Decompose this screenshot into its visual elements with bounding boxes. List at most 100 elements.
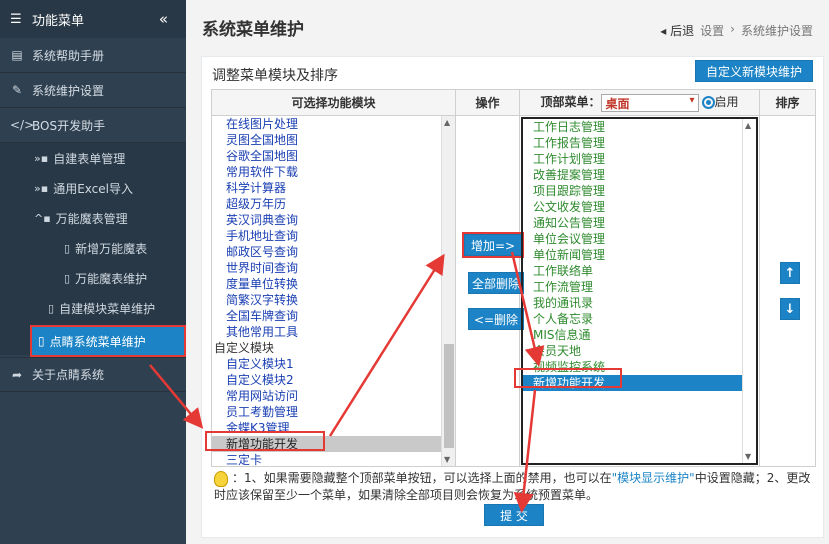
menu-item[interactable]: 工作报告管理 bbox=[523, 135, 756, 151]
menu-item[interactable]: 单位会议管理 bbox=[523, 231, 756, 247]
module-item[interactable]: 其他常用工具 bbox=[212, 324, 455, 340]
scroll-thumb[interactable] bbox=[444, 344, 454, 448]
main-content: 系统菜单维护 ◂ 后退 设置 › 系统维护设置 调整菜单模块及排序 自定义新模块… bbox=[186, 0, 829, 544]
module-item[interactable]: 手机地址查询 bbox=[212, 228, 455, 244]
custom-module-button[interactable]: 自定义新模块维护 bbox=[695, 60, 813, 82]
module-item[interactable]: 常用网站访问 bbox=[212, 388, 455, 404]
scroll-down-icon[interactable]: ▼ bbox=[745, 452, 751, 461]
page-title: 系统菜单维护 bbox=[202, 20, 304, 40]
sidebar-item-label: 系统维护设置 bbox=[32, 83, 105, 98]
menu-item[interactable]: 工作日志管理 bbox=[523, 119, 756, 135]
sidebar-sub-magic-maint[interactable]: ▯ 万能魔表维护 bbox=[0, 263, 186, 293]
sidebar-item-label: 万能魔表管理 bbox=[55, 211, 128, 226]
remove-all-button[interactable]: 全部删除 bbox=[468, 272, 524, 294]
module-item[interactable]: 英汉词典查询 bbox=[212, 212, 455, 228]
scroll-up-icon[interactable]: ▲ bbox=[745, 121, 751, 130]
sidebar-item-label: 通用Excel导入 bbox=[53, 181, 133, 196]
menu-item[interactable]: MIS信息通 bbox=[523, 327, 756, 343]
module-item[interactable]: 度量单位转换 bbox=[212, 276, 455, 292]
breadcrumb-sep-icon: › bbox=[730, 22, 735, 36]
menu-item[interactable]: 工作联络单 bbox=[523, 263, 756, 279]
sidebar-sub-module-menu[interactable]: ▯ 自建模块菜单维护 bbox=[0, 293, 186, 323]
menu-item[interactable]: 工作流管理 bbox=[523, 279, 756, 295]
menu-item[interactable]: 工作计划管理 bbox=[523, 151, 756, 167]
back-link[interactable]: ◂ 后退 bbox=[660, 22, 694, 39]
module-item[interactable]: 超级万年历 bbox=[212, 196, 455, 212]
sidebar-item-maintenance[interactable]: ✎ 系统维护设置 bbox=[0, 73, 186, 108]
top-menu-list[interactable]: 工作日志管理 工作报告管理 工作计划管理 改善提案管理 项目跟踪管理 公文收发管理 通知公告… bbox=[521, 117, 758, 465]
move-down-button[interactable]: ↓ bbox=[780, 298, 800, 320]
module-item[interactable]: 自定义模块2 bbox=[212, 372, 455, 388]
menu-item[interactable]: 通知公告管理 bbox=[523, 215, 756, 231]
menu-item[interactable]: 项目跟踪管理 bbox=[523, 183, 756, 199]
sidebar-item-label: 万能魔表维护 bbox=[75, 271, 148, 286]
scroll-down-icon[interactable]: ▼ bbox=[444, 455, 450, 464]
file-icon: ▯ bbox=[64, 241, 71, 255]
sidebar-item-label: 自建表单管理 bbox=[53, 151, 126, 166]
sidebar-item-label: BOS开发助手 bbox=[32, 118, 106, 133]
sidebar-item-about[interactable]: ➦ 关于点睛系统 bbox=[0, 357, 186, 392]
menu-item[interactable]: 视频监控系统 bbox=[523, 359, 756, 375]
scroll-up-icon[interactable]: ▲ bbox=[444, 118, 450, 127]
sidebar-header-label: 功能菜单 bbox=[32, 13, 85, 29]
enable-label: 启用 bbox=[714, 95, 739, 110]
enable-radio[interactable] bbox=[701, 96, 715, 110]
module-item[interactable]: 新增功能开发 bbox=[212, 436, 455, 452]
remove-button[interactable]: <=删除 bbox=[468, 308, 524, 330]
menu-grid: 可选择功能模块 操作 顶部菜单： 桌面 ▾ 启用 排序 在线图片处理 灵图全国地图 谷歌全… bbox=[211, 89, 816, 467]
book-icon: ▤ bbox=[11, 48, 23, 62]
module-display-link[interactable]: "模块显示维护" bbox=[612, 471, 695, 485]
module-item[interactable]: 常用软件下载 bbox=[212, 164, 455, 180]
chevron-down-folder-icon: »▪ bbox=[34, 151, 49, 165]
breadcrumb-settings[interactable]: 设置 bbox=[700, 22, 724, 39]
collapse-sidebar-icon[interactable]: « bbox=[159, 10, 168, 28]
available-list[interactable]: 在线图片处理 灵图全国地图 谷歌全国地图 常用软件下载 科学计算器 超级万年历 英汉词典查询… bbox=[212, 116, 455, 466]
menu-item[interactable]: 个人备忘录 bbox=[523, 311, 756, 327]
menu-item[interactable]: 公文收发管理 bbox=[523, 199, 756, 215]
module-group[interactable]: 自定义模块 bbox=[212, 340, 455, 356]
add-button[interactable]: 增加=> bbox=[462, 232, 524, 258]
module-item[interactable]: 自定义模块1 bbox=[212, 356, 455, 372]
module-item[interactable]: 谷歌全国地图 bbox=[212, 148, 455, 164]
menu-item[interactable]: 会员天地 bbox=[523, 343, 756, 359]
module-item[interactable]: 员工考勤管理 bbox=[212, 404, 455, 420]
module-item[interactable]: 邮政区号查询 bbox=[212, 244, 455, 260]
sidebar-header: ☰ 功能菜单 « bbox=[0, 0, 186, 38]
chevron-down-folder-icon: »▪ bbox=[34, 181, 49, 195]
breadcrumb: ◂ 后退 设置 › 系统维护设置 bbox=[660, 22, 813, 39]
hint-text: ：1、如果需要隐藏整个顶部菜单按钮，可以选择上面的禁用，也可以在"模块显示维护"… bbox=[214, 470, 814, 504]
module-item[interactable]: 简繁汉字转换 bbox=[212, 292, 455, 308]
menu-item[interactable]: 我的通讯录 bbox=[523, 295, 756, 311]
sidebar-sub-new-magic[interactable]: ▯ 新增万能魔表 bbox=[0, 233, 186, 263]
top-menu-cell: 工作日志管理 工作报告管理 工作计划管理 改善提案管理 项目跟踪管理 公文收发管理 通知公告… bbox=[519, 115, 760, 467]
module-item[interactable]: 灵图全国地图 bbox=[212, 132, 455, 148]
sidebar-item-help[interactable]: ▤ 系统帮助手册 bbox=[0, 38, 186, 73]
file-icon: ▯ bbox=[48, 301, 55, 315]
module-item[interactable]: 三定卡 bbox=[212, 452, 455, 466]
submit-button[interactable]: 提 交 bbox=[484, 504, 544, 526]
top-menu-scrollbar[interactable]: ▲ ▼ bbox=[742, 119, 756, 463]
top-menu-value: 桌面 bbox=[605, 96, 630, 111]
menu-item[interactable]: 改善提案管理 bbox=[523, 167, 756, 183]
lightbulb-icon bbox=[214, 470, 228, 487]
module-item[interactable]: 在线图片处理 bbox=[212, 116, 455, 132]
menu-item[interactable]: 单位新闻管理 bbox=[523, 247, 756, 263]
sidebar-item-bos[interactable]: </> BOS开发助手 bbox=[0, 108, 186, 143]
sidebar-sub-form[interactable]: »▪ 自建表单管理 bbox=[0, 143, 186, 173]
move-up-button[interactable]: ↑ bbox=[780, 262, 800, 284]
sidebar-sub-magic[interactable]: ^▪ 万能魔表管理 bbox=[0, 203, 186, 233]
sidebar-item-label: 新增万能魔表 bbox=[75, 241, 148, 256]
module-item[interactable]: 世界时间查询 bbox=[212, 260, 455, 276]
file-icon: ▯ bbox=[64, 271, 71, 285]
top-menu-select[interactable]: 桌面 ▾ bbox=[600, 93, 699, 112]
sidebar-item-active-menu-maint[interactable]: ▯ 点睛系统菜单维护 bbox=[30, 325, 186, 357]
wrench-icon: ✎ bbox=[11, 83, 23, 97]
menu-item[interactable]: 新增功能开发 bbox=[523, 375, 756, 391]
module-item[interactable]: 全国车牌查询 bbox=[212, 308, 455, 324]
module-item[interactable]: 科学计算器 bbox=[212, 180, 455, 196]
sidebar-item-label: 系统帮助手册 bbox=[32, 48, 105, 63]
sort-cell: ↑ ↓ bbox=[759, 115, 816, 467]
sidebar-sub-excel[interactable]: »▪ 通用Excel导入 bbox=[0, 173, 186, 203]
available-scrollbar[interactable]: ▲ ▼ bbox=[441, 116, 455, 466]
module-item[interactable]: 金蝶K3管理 bbox=[212, 420, 455, 436]
